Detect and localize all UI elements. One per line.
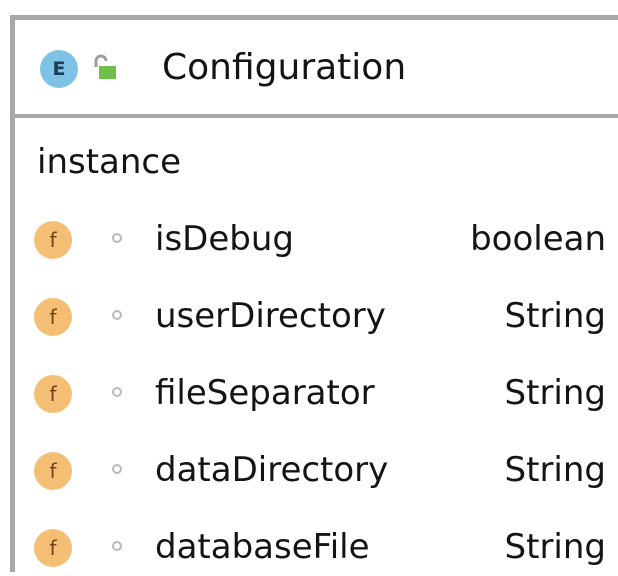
field-row[interactable]: f databaseFile String [15,520,618,576]
visibility-dot-icon [112,541,122,551]
field-row[interactable]: f userDirectory String [15,289,618,345]
field-name: isDebug [155,219,294,259]
field-name: userDirectory [155,296,386,336]
field-icon: f [34,298,72,336]
field-icon: f [34,375,72,413]
class-header: E Configuration [15,20,618,118]
field-type: String [504,527,606,567]
field-name: fileSeparator [155,373,375,413]
field-name: databaseFile [155,527,370,567]
field-icon: f [34,221,72,259]
field-type: String [504,296,606,336]
field-type: String [504,373,606,413]
enum-icon: E [40,50,78,88]
field-name: dataDirectory [155,450,389,490]
visibility-dot-icon [112,233,122,243]
field-icon: f [34,452,72,490]
field-row[interactable]: f fileSeparator String [15,366,618,422]
class-title: Configuration [162,47,407,88]
field-icon: f [34,529,72,567]
field-type: String [504,450,606,490]
visibility-dot-icon [112,310,122,320]
visibility-dot-icon [112,464,122,474]
field-row[interactable]: f isDebug boolean [15,212,618,268]
field-row[interactable]: f dataDirectory String [15,443,618,499]
section-label-instance: instance [37,142,182,182]
visibility-dot-icon [112,387,122,397]
unlocked-icon [94,54,116,79]
class-node-configuration[interactable]: E Configuration instance f isDebug boole… [10,15,618,572]
field-type: boolean [470,219,606,259]
